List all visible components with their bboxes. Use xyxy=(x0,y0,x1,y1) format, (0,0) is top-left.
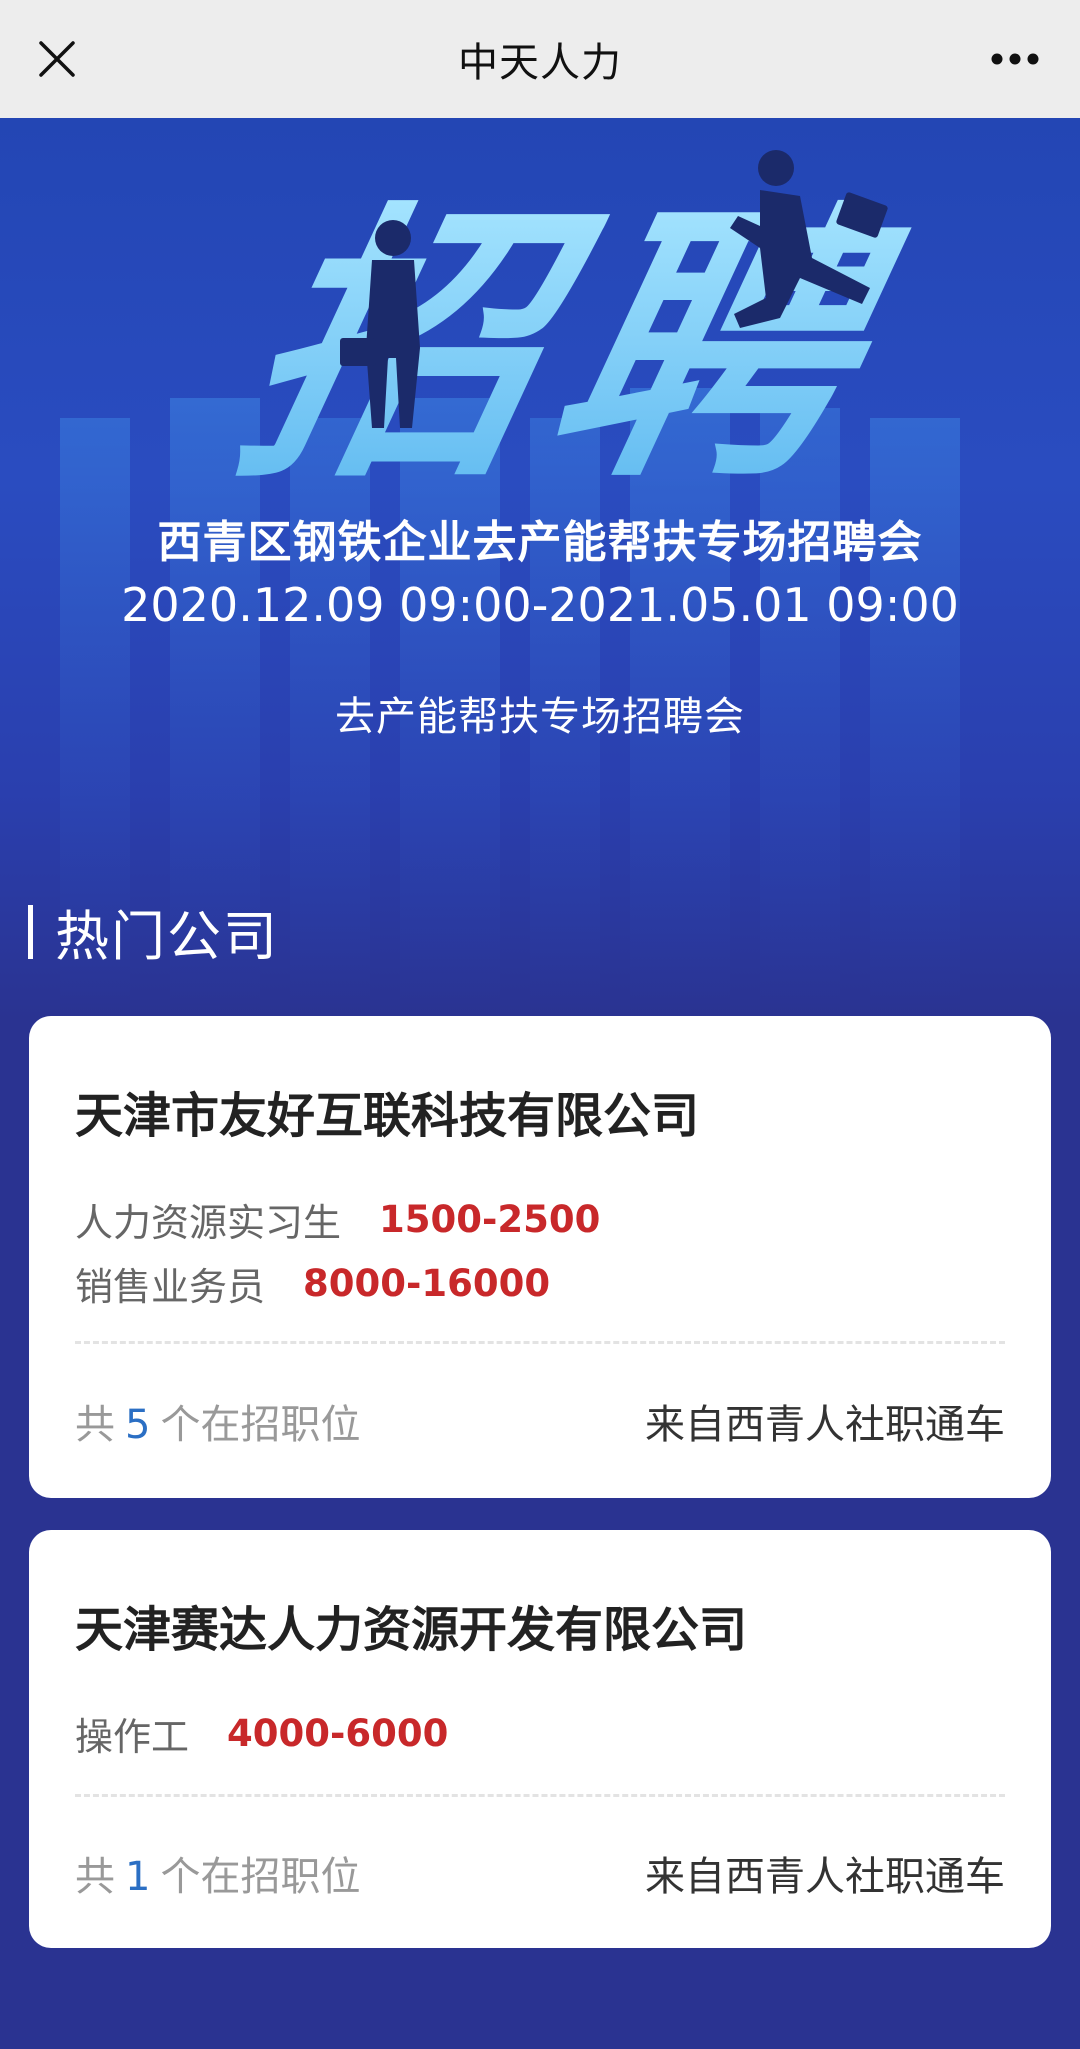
event-dates: 2020.12.09 09:00-2021.05.01 09:00 xyxy=(121,578,959,632)
divider xyxy=(75,1794,1005,1797)
section-title: 热门公司 xyxy=(55,905,279,968)
source-link[interactable]: 来自西青人社职通车 xyxy=(645,1392,1005,1450)
job-row[interactable]: 人力资源实习生 1500-2500 xyxy=(75,1192,600,1247)
section-header: 热门公司 xyxy=(28,892,279,971)
job-title: 销售业务员 xyxy=(75,1265,266,1309)
job-title: 操作工 xyxy=(75,1715,190,1759)
job-count-number: 1 xyxy=(125,1854,151,1900)
card-footer: 共 1 个在招职位 来自西青人社职通车 xyxy=(75,1844,1005,1902)
close-icon xyxy=(39,41,75,77)
company-card[interactable]: 天津赛达人力资源开发有限公司 操作工 4000-6000 共 1 个在招职位 来自西… xyxy=(29,1530,1051,1948)
job-count-number: 5 xyxy=(125,1402,151,1448)
source-link[interactable]: 来自西青人社职通车 xyxy=(645,1844,1005,1902)
event-banner: 招聘 西青区钢铁企业去产能帮扶专场招聘会 2020.12.09 09:00-20… xyxy=(0,118,1080,1018)
top-bar: 中天人力 xyxy=(0,0,1080,118)
job-salary: 8000-16000 xyxy=(303,1262,551,1305)
job-count: 共 5 个在招职位 xyxy=(75,1402,361,1448)
company-name: 天津赛达人力资源开发有限公司 xyxy=(75,1602,748,1658)
job-row[interactable]: 操作工 4000-6000 xyxy=(75,1706,448,1761)
close-button[interactable] xyxy=(24,26,90,92)
job-row[interactable]: 销售业务员 8000-16000 xyxy=(75,1256,550,1311)
company-name: 天津市友好互联科技有限公司 xyxy=(75,1088,700,1144)
more-button[interactable] xyxy=(970,26,1060,92)
more-icon xyxy=(991,53,1039,65)
event-subtitle: 去产能帮扶专场招聘会 xyxy=(335,694,745,740)
section-accent-bar xyxy=(28,904,33,959)
hero-text: 招聘 xyxy=(215,180,923,517)
event-title: 西青区钢铁企业去产能帮扶专场招聘会 xyxy=(157,517,923,568)
card-footer: 共 5 个在招职位 来自西青人社职通车 xyxy=(75,1392,1005,1450)
job-salary: 1500-2500 xyxy=(379,1198,601,1241)
job-count: 共 1 个在招职位 xyxy=(75,1854,361,1900)
divider xyxy=(75,1341,1005,1344)
job-title: 人力资源实习生 xyxy=(75,1201,342,1245)
company-card[interactable]: 天津市友好互联科技有限公司 人力资源实习生 1500-2500 销售业务员 80… xyxy=(29,1016,1051,1498)
page-title: 中天人力 xyxy=(458,40,622,86)
job-salary: 4000-6000 xyxy=(227,1712,449,1755)
